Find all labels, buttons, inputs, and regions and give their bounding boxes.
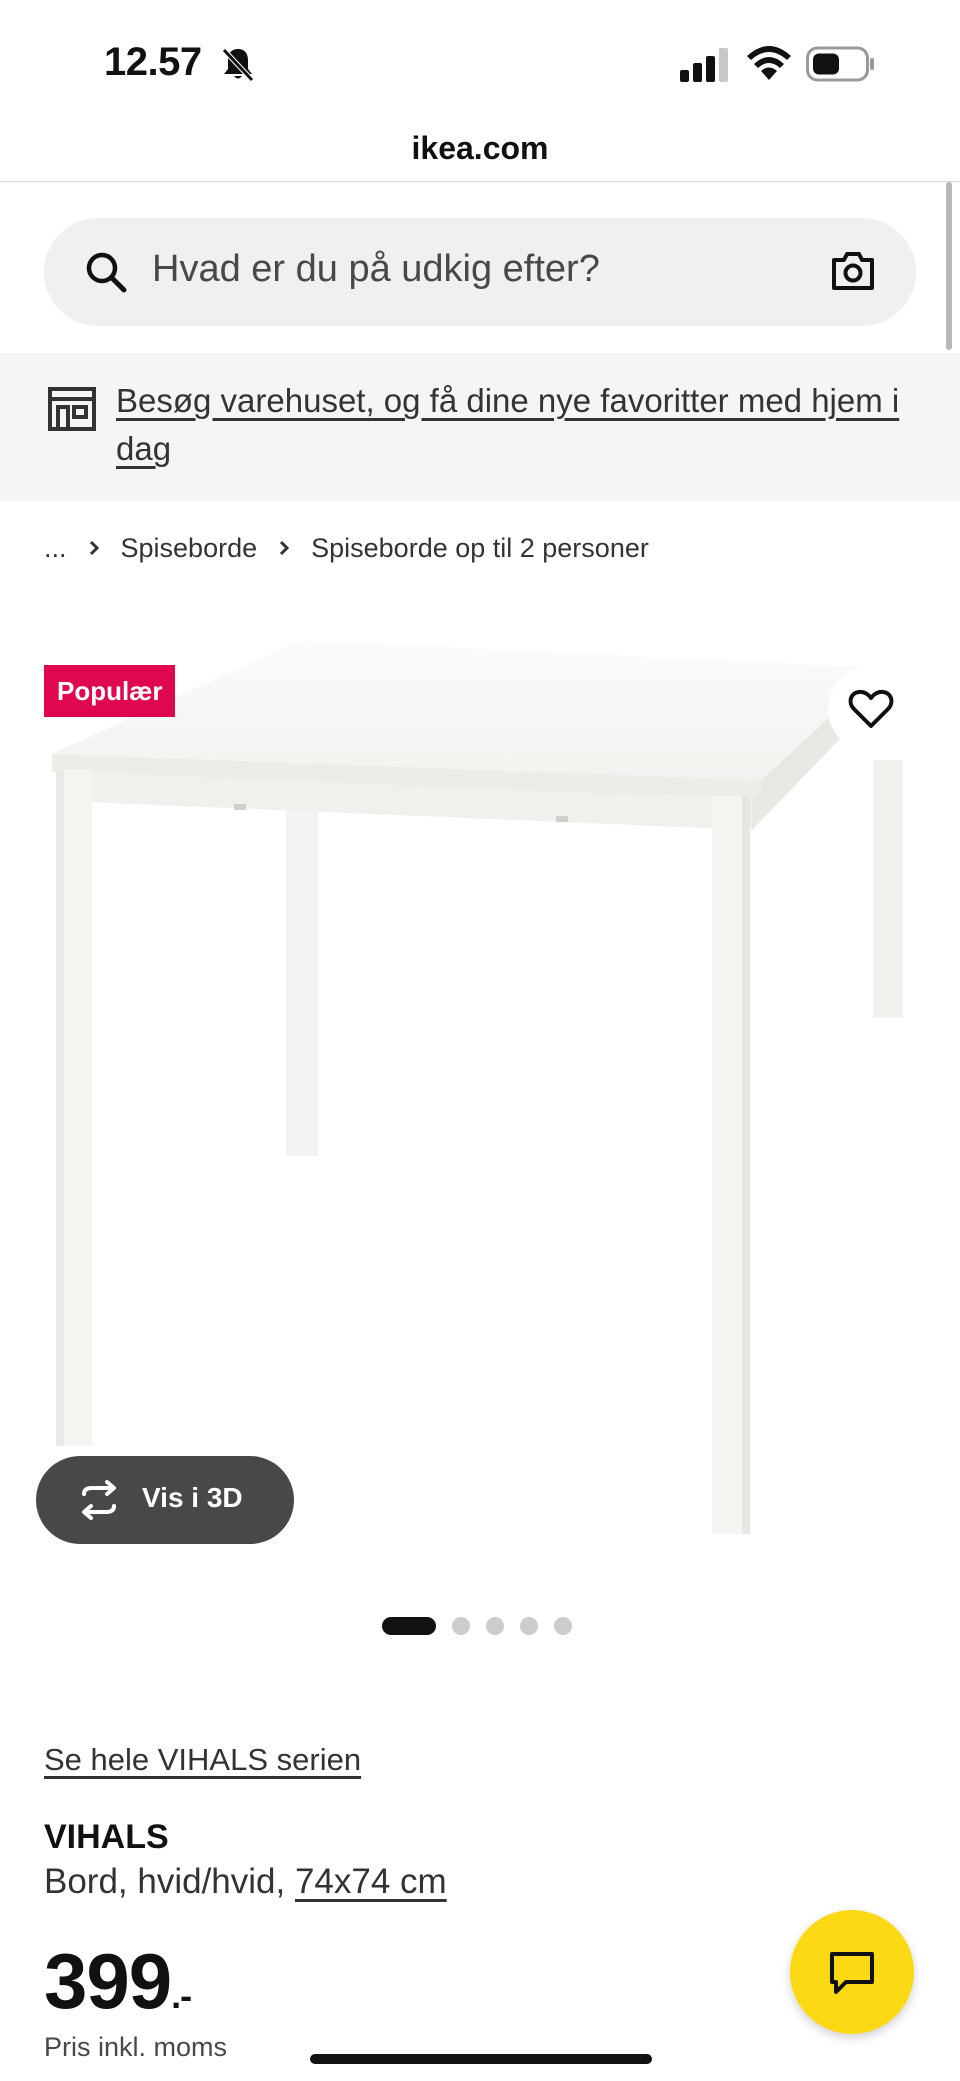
wifi-icon	[747, 46, 791, 80]
image-carousel-indicator	[382, 1616, 572, 1636]
breadcrumb: ... Spiseborde Spiseborde op til 2 perso…	[44, 530, 649, 566]
breadcrumb-item-current[interactable]: Spiseborde op til 2 personer	[311, 533, 649, 564]
price-note: Pris inkl. moms	[44, 2032, 228, 2062]
popular-badge: Populær	[44, 665, 176, 717]
browser-url-bar[interactable]: ikea.com	[0, 120, 960, 182]
url-text[interactable]: ikea.com	[412, 130, 549, 166]
chat-icon	[830, 1952, 874, 1994]
store-visit-link[interactable]: Besøg varehuset, og få dine nye favoritt…	[116, 377, 916, 473]
camera-icon[interactable]	[830, 248, 876, 294]
product-size-link[interactable]: 74x74 cm	[295, 1862, 447, 1901]
signal-icon	[680, 48, 728, 82]
series-link[interactable]: Se hele VIHALS serien	[44, 1742, 361, 1778]
search-icon[interactable]	[84, 250, 128, 294]
battery-icon	[806, 46, 874, 82]
product-description-text: Bord, hvid/hvid,	[44, 1862, 295, 1901]
product-image[interactable]	[0, 620, 960, 1580]
search-input[interactable]: Hvad er du på udkig efter?	[152, 248, 600, 291]
breadcrumb-item-ellipsis[interactable]: ...	[44, 533, 67, 564]
status-time: 12.57	[104, 40, 202, 84]
price-suffix: .-	[171, 1975, 192, 2016]
product-name: VIHALS	[44, 1818, 169, 1856]
carousel-dot[interactable]	[554, 1617, 572, 1635]
carousel-dot[interactable]	[452, 1617, 470, 1635]
chevron-right-icon	[280, 540, 290, 556]
breadcrumb-item-spiseborde[interactable]: Spiseborde	[121, 533, 258, 564]
search-bar[interactable]: Hvad er du på udkig efter?	[44, 218, 916, 326]
home-indicator[interactable]	[310, 2054, 652, 2064]
view-3d-button[interactable]: Vis i 3D	[36, 1456, 294, 1544]
heart-icon	[848, 689, 894, 728]
store-icon	[48, 387, 96, 431]
carousel-dot[interactable]	[486, 1617, 504, 1635]
carousel-dot-active[interactable]	[382, 1617, 436, 1635]
price-value: 399	[44, 1937, 172, 2025]
chat-button[interactable]	[790, 1910, 914, 2034]
status-bar: 12.57	[0, 0, 960, 120]
favorite-button[interactable]	[828, 666, 914, 752]
view-3d-label: Vis i 3D	[142, 1482, 243, 1513]
scrollbar[interactable]	[946, 182, 952, 350]
bell-slash-icon	[222, 48, 254, 82]
product-description: Bord, hvid/hvid, 74x74 cm	[44, 1862, 447, 1902]
rotate-3d-icon	[82, 1480, 116, 1520]
store-visit-banner: Besøg varehuset, og få dine nye favoritt…	[0, 353, 960, 501]
product-price: 399.-	[44, 1936, 192, 2027]
chevron-right-icon	[89, 540, 99, 556]
carousel-dot[interactable]	[520, 1617, 538, 1635]
